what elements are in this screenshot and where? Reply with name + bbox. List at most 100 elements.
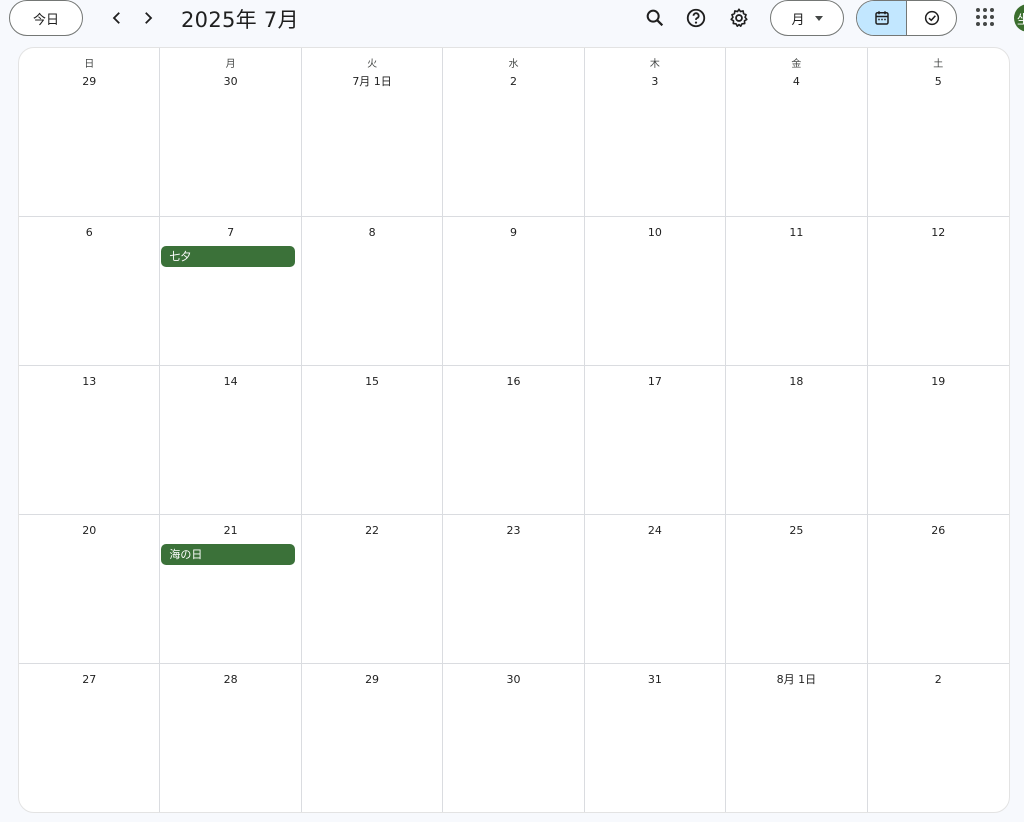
day-cell[interactable]: 12 xyxy=(867,217,1009,366)
chevron-right-icon xyxy=(145,12,153,24)
day-cell[interactable]: 26 xyxy=(867,515,1009,664)
day-cell[interactable]: 土5 xyxy=(867,48,1009,217)
calendar-tasks-toggle xyxy=(856,0,957,36)
day-cell[interactable]: 20 xyxy=(19,515,161,664)
day-cell[interactable]: 16 xyxy=(443,366,585,515)
date-number[interactable]: 4 xyxy=(726,75,866,89)
day-cell[interactable]: 17 xyxy=(584,366,727,515)
view-selector[interactable]: 月 xyxy=(770,0,844,36)
date-number[interactable]: 23 xyxy=(443,524,583,538)
settings-button[interactable] xyxy=(727,6,751,30)
date-number[interactable]: 20 xyxy=(19,524,159,538)
next-period-button[interactable] xyxy=(136,6,160,30)
day-cell[interactable]: 8 xyxy=(301,217,444,366)
search-button[interactable] xyxy=(643,6,667,30)
apps-grid-button[interactable] xyxy=(974,6,996,28)
caret-down-icon xyxy=(814,15,823,21)
date-number[interactable]: 10 xyxy=(585,226,725,240)
date-number[interactable]: 31 xyxy=(585,673,725,687)
day-cell[interactable]: 25 xyxy=(726,515,868,664)
date-number[interactable]: 18 xyxy=(726,375,866,389)
tasks-view-button[interactable] xyxy=(907,1,956,35)
day-cell[interactable]: 13 xyxy=(19,366,161,515)
date-number[interactable]: 8月 1日 xyxy=(726,673,866,687)
date-number[interactable]: 7月 1日 xyxy=(302,75,442,89)
today-button[interactable]: 今日 xyxy=(9,0,83,36)
date-number[interactable]: 26 xyxy=(868,524,1009,538)
date-number[interactable]: 6 xyxy=(19,226,159,240)
date-number[interactable]: 17 xyxy=(585,375,725,389)
date-number[interactable]: 22 xyxy=(302,524,442,538)
day-cell[interactable]: 2 xyxy=(868,664,1009,812)
date-number[interactable]: 7 xyxy=(160,226,300,240)
weekday-header: 土 xyxy=(933,59,944,70)
calendar-icon xyxy=(874,11,889,25)
date-number[interactable]: 12 xyxy=(868,226,1009,240)
date-number[interactable]: 2 xyxy=(868,673,1009,687)
page-title: 2025年 7月 xyxy=(181,8,299,32)
date-number[interactable]: 24 xyxy=(585,524,725,538)
date-number[interactable]: 30 xyxy=(160,75,300,89)
previous-period-button[interactable] xyxy=(105,6,129,30)
top-toolbar: 今日 2025年 7月 月 坐 xyxy=(0,0,1024,40)
date-number[interactable]: 3 xyxy=(585,75,725,89)
day-cell[interactable]: 22 xyxy=(301,515,444,664)
date-number[interactable]: 8 xyxy=(302,226,442,240)
date-number[interactable]: 5 xyxy=(868,75,1009,89)
date-number[interactable]: 29 xyxy=(302,673,442,687)
weekday-header: 火 xyxy=(367,59,378,70)
day-cell[interactable]: 日 29 xyxy=(19,48,161,217)
date-number[interactable]: 19 xyxy=(868,375,1009,389)
help-button[interactable] xyxy=(684,6,708,30)
date-number[interactable]: 21 xyxy=(160,524,300,538)
calendar-view-button[interactable] xyxy=(857,1,907,35)
day-cell[interactable]: 水2 xyxy=(443,48,585,217)
date-number[interactable]: 29 xyxy=(19,75,159,89)
help-icon xyxy=(686,8,706,28)
day-cell[interactable]: 30 xyxy=(443,664,585,812)
day-cell[interactable]: 火 7月 1日 xyxy=(301,48,444,217)
weekday-header: 水 xyxy=(508,59,519,70)
date-number[interactable]: 11 xyxy=(726,226,866,240)
day-cell[interactable]: 27 xyxy=(19,664,161,812)
day-cell[interactable]: 23 xyxy=(443,515,585,664)
date-number[interactable]: 25 xyxy=(726,524,866,538)
avatar[interactable]: 坐 xyxy=(1014,4,1024,32)
day-cell[interactable]: 15 xyxy=(301,366,444,515)
event-chip[interactable]: 海の日 xyxy=(161,544,295,565)
day-cell[interactable]: 21 海の日 xyxy=(160,515,302,664)
weekday-header: 金 xyxy=(791,59,802,70)
date-number[interactable]: 15 xyxy=(302,375,442,389)
day-cell[interactable]: 8月 1日 xyxy=(726,664,868,812)
date-number[interactable]: 27 xyxy=(19,673,159,687)
date-number[interactable]: 13 xyxy=(19,375,159,389)
event-chip[interactable]: 七夕 xyxy=(161,246,295,267)
day-cell[interactable]: 月 30 xyxy=(160,48,302,217)
day-cell[interactable]: 29 xyxy=(302,664,444,812)
date-number[interactable]: 14 xyxy=(160,375,300,389)
day-cell[interactable]: 31 xyxy=(585,664,727,812)
day-cell[interactable]: 9 xyxy=(443,217,585,366)
day-cell[interactable]: 19 xyxy=(867,366,1009,515)
day-cell[interactable]: 金4 xyxy=(726,48,868,217)
view-selector-label: 月 xyxy=(791,12,805,28)
day-cell[interactable]: 6 xyxy=(19,217,161,366)
day-cell[interactable]: 18 xyxy=(726,366,868,515)
date-number[interactable]: 9 xyxy=(443,226,583,240)
search-icon xyxy=(646,9,664,27)
apps-grid-icon xyxy=(976,8,980,12)
date-number[interactable]: 2 xyxy=(443,75,583,89)
date-number[interactable]: 16 xyxy=(443,375,583,389)
day-cell[interactable]: 7 七夕 xyxy=(160,217,302,366)
day-cell[interactable]: 28 xyxy=(160,664,302,812)
weekday-header: 月 xyxy=(225,59,236,70)
day-cell[interactable]: 11 xyxy=(726,217,868,366)
chevron-left-icon xyxy=(112,12,120,24)
date-number[interactable]: 28 xyxy=(160,673,300,687)
day-cell[interactable]: 木3 xyxy=(584,48,727,217)
day-cell[interactable]: 14 xyxy=(160,366,302,515)
weekday-header: 日 xyxy=(84,59,95,70)
date-number[interactable]: 30 xyxy=(443,673,583,687)
day-cell[interactable]: 24 xyxy=(584,515,727,664)
day-cell[interactable]: 10 xyxy=(584,217,727,366)
